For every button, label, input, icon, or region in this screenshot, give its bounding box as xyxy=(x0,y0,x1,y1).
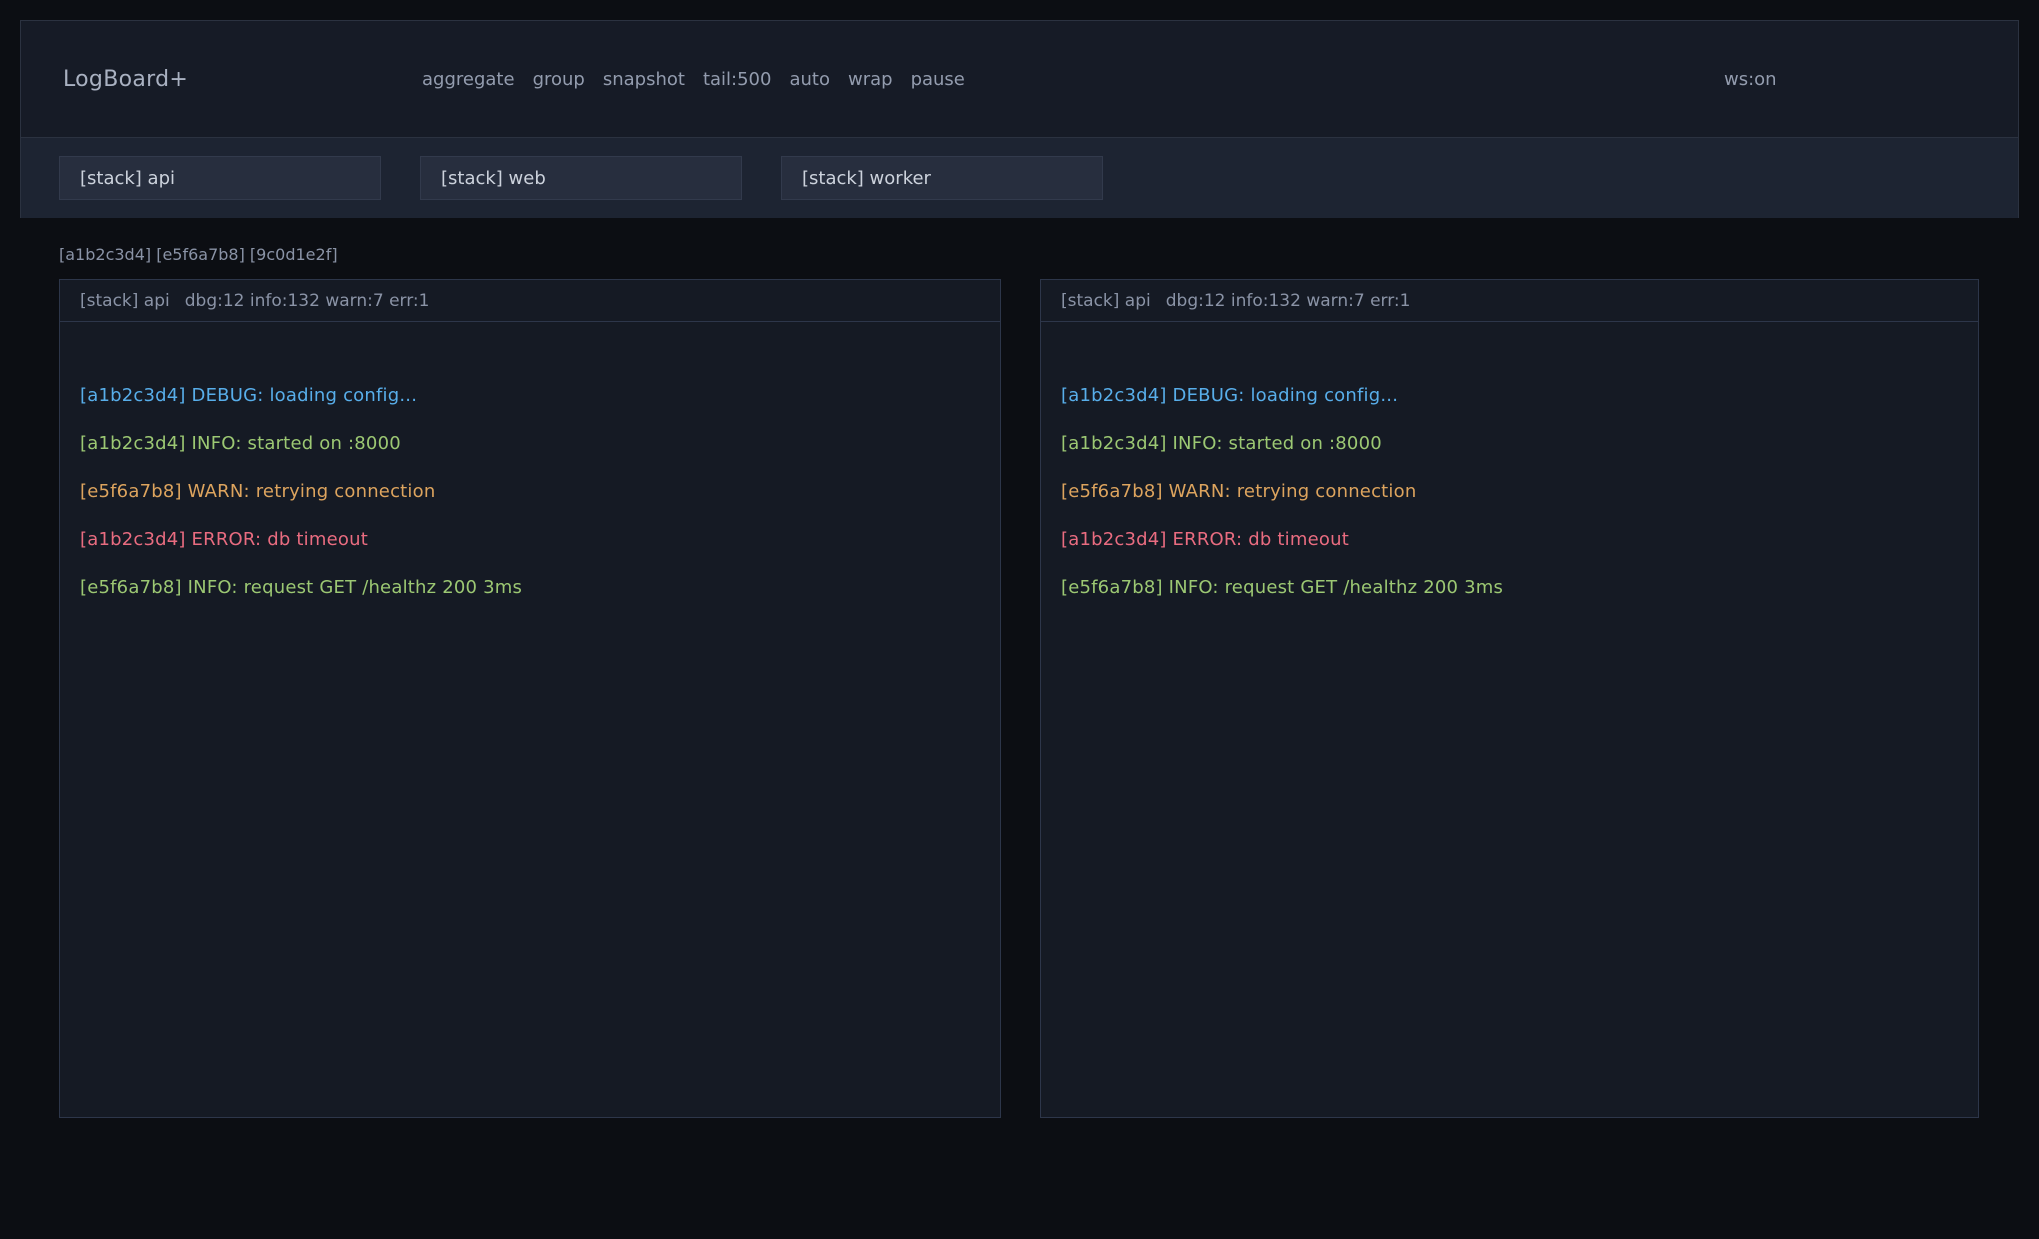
log-panel-right: [stack] api dbg:12 info:132 warn:7 err:1… xyxy=(1040,279,1979,1118)
ws-status: ws:on xyxy=(1724,21,1777,138)
log-line: [e5f6a7b8] INFO: request GET /healthz 20… xyxy=(1061,564,1958,612)
log-line: [e5f6a7b8] WARN: retrying connection xyxy=(1061,468,1958,516)
tab-stack-web[interactable]: [stack] web xyxy=(420,156,742,200)
toolbar-menu: aggregate group snapshot tail:500 auto w… xyxy=(422,21,965,138)
log-line: [a1b2c3d4] DEBUG: loading config... xyxy=(1061,372,1958,420)
menu-item-group[interactable]: group xyxy=(533,69,585,90)
log-line: [a1b2c3d4] INFO: started on :8000 xyxy=(1061,420,1958,468)
log-line: [a1b2c3d4] ERROR: db timeout xyxy=(1061,516,1958,564)
menu-item-aggregate[interactable]: aggregate xyxy=(422,69,515,90)
log-line: [e5f6a7b8] INFO: request GET /healthz 20… xyxy=(80,564,980,612)
log-panel-left: [stack] api dbg:12 info:132 warn:7 err:1… xyxy=(59,279,1001,1118)
tab-stack-worker[interactable]: [stack] worker xyxy=(781,156,1103,200)
menu-item-snapshot[interactable]: snapshot xyxy=(603,69,685,90)
panel-counters: dbg:12 info:132 warn:7 err:1 xyxy=(1166,291,1411,311)
panel-counters: dbg:12 info:132 warn:7 err:1 xyxy=(185,291,430,311)
trace-id-row: [a1b2c3d4] [e5f6a7b8] [9c0d1e2f] xyxy=(59,245,338,265)
tab-stack-api[interactable]: [stack] api xyxy=(59,156,381,200)
menu-item-wrap[interactable]: wrap xyxy=(848,69,893,90)
menu-item-tail[interactable]: tail:500 xyxy=(703,69,772,90)
log-panel-left-body[interactable]: [a1b2c3d4] DEBUG: loading config... [a1b… xyxy=(60,322,1000,1117)
log-line: [a1b2c3d4] INFO: started on :8000 xyxy=(80,420,980,468)
log-line: [a1b2c3d4] ERROR: db timeout xyxy=(80,516,980,564)
panel-title: [stack] api xyxy=(80,291,170,311)
log-panel-right-body[interactable]: [a1b2c3d4] DEBUG: loading config... [a1b… xyxy=(1041,322,1978,1117)
stack-tab-row: [stack] api [stack] web [stack] worker xyxy=(21,138,2018,218)
menu-item-pause[interactable]: pause xyxy=(911,69,965,90)
topbar: LogBoard+ aggregate group snapshot tail:… xyxy=(20,20,2019,218)
log-panel-right-header: [stack] api dbg:12 info:132 warn:7 err:1 xyxy=(1041,280,1978,322)
log-line: [e5f6a7b8] WARN: retrying connection xyxy=(80,468,980,516)
app-title: LogBoard+ xyxy=(63,21,188,138)
log-panel-left-header: [stack] api dbg:12 info:132 warn:7 err:1 xyxy=(60,280,1000,322)
panel-title: [stack] api xyxy=(1061,291,1151,311)
topbar-header: LogBoard+ aggregate group snapshot tail:… xyxy=(21,21,2018,138)
log-line: [a1b2c3d4] DEBUG: loading config... xyxy=(80,372,980,420)
menu-item-auto[interactable]: auto xyxy=(789,69,830,90)
